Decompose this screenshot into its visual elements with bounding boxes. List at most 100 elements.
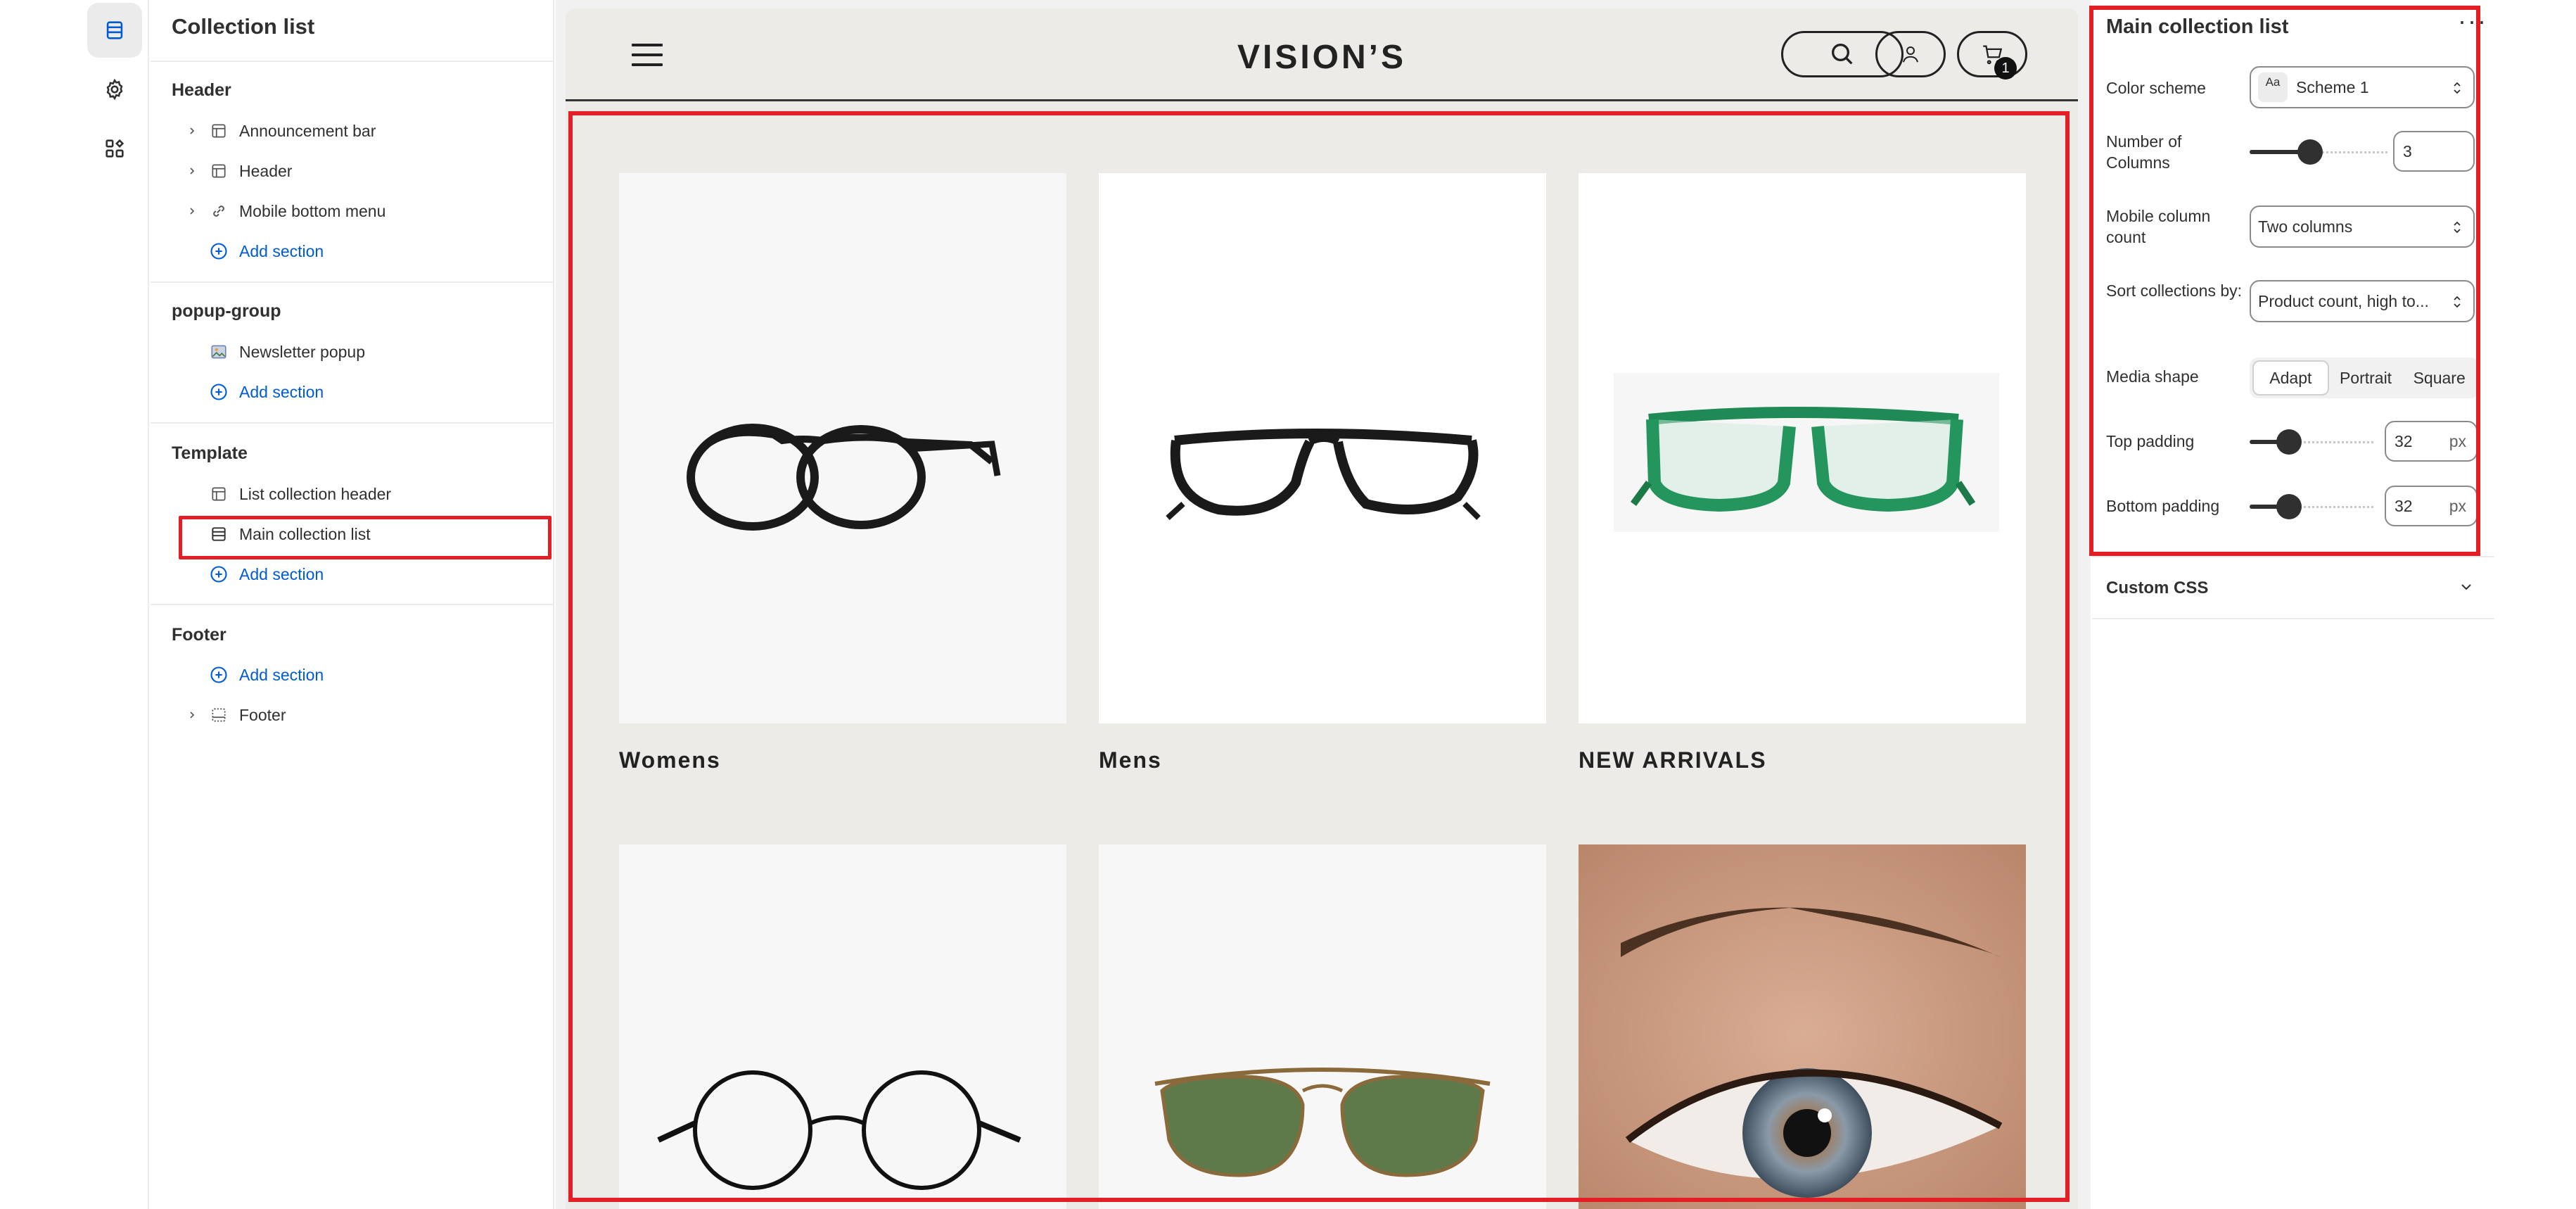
chevron-right-icon[interactable] [184, 123, 200, 139]
section-item-main-collection-list[interactable]: Main collection list [172, 516, 551, 559]
section-label: Header [239, 161, 293, 180]
apps-nav-button[interactable] [87, 121, 142, 176]
collection-card-6[interactable] [1579, 844, 2026, 1209]
user-icon [1903, 46, 1918, 63]
green-glasses-image [1614, 373, 1999, 532]
collection-card-mens[interactable] [1099, 173, 1546, 723]
sections-icon [106, 21, 123, 39]
mobile-columns-value: Two columns [2258, 217, 2353, 236]
gear-icon [106, 78, 123, 101]
section-item-list-collection-header[interactable]: List collection header [172, 477, 544, 511]
footer-layout-icon [208, 704, 229, 726]
section-item-newsletter-popup[interactable]: Newsletter popup [172, 335, 544, 369]
section-item-mobile-bottom-menu[interactable]: Mobile bottom menu [172, 194, 544, 228]
collection-card-new-arrivals[interactable] [1579, 173, 2026, 723]
section-label: Newsletter popup [239, 342, 365, 361]
section-label: List collection header [239, 484, 392, 503]
color-scheme-select[interactable]: Aa Scheme 1 [2250, 66, 2475, 108]
settings-panel: Main collection list ··· Color scheme Aa… [2092, 0, 2494, 1209]
collection-title[interactable]: Mens [1099, 747, 1162, 773]
sidebar-title: Collection list [172, 14, 315, 39]
bottom-padding-slider[interactable] [2250, 493, 2373, 521]
sections-sidebar: Collection list Header Announcement bar … [151, 0, 554, 1209]
section-item-header[interactable]: Header [172, 154, 544, 188]
section-layout-icon [208, 120, 229, 141]
select-arrows-icon [2454, 221, 2461, 234]
columns-slider[interactable] [2250, 138, 2387, 166]
custom-css-row[interactable]: Custom CSS [2092, 556, 2494, 619]
plus-circle-icon [208, 664, 229, 685]
collection-card-womens[interactable] [619, 173, 1066, 723]
settings-title: Main collection list [2106, 15, 2289, 38]
group-title-header: Header [172, 80, 231, 100]
slider-thumb[interactable] [2276, 494, 2302, 519]
bottom-padding-label: Bottom padding [2106, 497, 2220, 515]
add-section-header[interactable]: Add section [172, 234, 544, 268]
color-scheme-swatch: Aa [2258, 72, 2288, 102]
color-scheme-label: Color scheme [2106, 79, 2206, 97]
slider-thumb[interactable] [2297, 139, 2323, 165]
account-button[interactable] [1875, 31, 1946, 77]
chevron-right-icon[interactable] [184, 707, 200, 723]
collection-title[interactable]: NEW ARRIVALS [1579, 747, 1767, 773]
top-padding-input[interactable]: 32 px [2385, 421, 2478, 462]
add-section-template[interactable]: Add section [172, 557, 544, 591]
plus-circle-icon [208, 241, 229, 262]
section-item-footer[interactable]: Footer [172, 698, 544, 732]
group-title-footer: Footer [172, 625, 227, 645]
media-shape-adapt[interactable]: Adapt [2252, 360, 2329, 395]
section-label: Footer [239, 705, 286, 724]
apps-icon [106, 139, 125, 158]
add-section-label: Add section [239, 564, 324, 583]
more-options-icon[interactable]: ··· [2458, 8, 2487, 34]
search-icon [1832, 44, 1853, 65]
section-label: Mobile bottom menu [239, 201, 386, 220]
mobile-columns-select[interactable]: Two columns [2250, 205, 2475, 248]
section-label: Announcement bar [239, 121, 376, 140]
columns-input[interactable]: 3 [2393, 131, 2475, 172]
collection-card-4[interactable] [619, 844, 1066, 1209]
link-icon [208, 201, 229, 222]
media-shape-segmented: Adapt Portrait Square [2250, 357, 2479, 398]
collection-title[interactable]: Womens [619, 747, 721, 773]
top-padding-value: 32 [2395, 431, 2413, 450]
settings-nav-button[interactable] [87, 62, 142, 117]
image-icon [208, 341, 229, 362]
plus-circle-icon [208, 381, 229, 403]
icon-rail [0, 0, 149, 1209]
section-layout-icon [208, 160, 229, 182]
top-padding-label: Top padding [2106, 432, 2195, 450]
section-layout-icon [208, 483, 229, 505]
sections-nav-button[interactable] [87, 3, 142, 58]
cart-button[interactable]: 1 [1957, 31, 2027, 80]
cart-count-badge: 1 [1994, 57, 2017, 80]
plus-circle-icon [208, 564, 229, 585]
top-padding-slider[interactable] [2250, 428, 2373, 456]
add-section-popup[interactable]: Add section [172, 375, 544, 409]
storefront-preview: VISION’S 1 Womens Mens NEW ARRIVALS [566, 8, 2078, 1209]
aviator-sunglasses-image [1154, 1068, 1491, 1177]
select-arrows-icon [2454, 296, 2461, 308]
media-shape-portrait[interactable]: Portrait [2329, 360, 2403, 395]
divider [151, 422, 554, 424]
sort-select[interactable]: Product count, high to... [2250, 280, 2475, 322]
divider [151, 604, 554, 605]
chevron-right-icon[interactable] [184, 163, 200, 179]
collection-card-5[interactable] [1099, 844, 1546, 1209]
section-item-announcement-bar[interactable]: Announcement bar [172, 114, 544, 148]
sort-label: Sort collections by: [2106, 281, 2243, 300]
select-arrows-icon [2454, 82, 2461, 94]
eye-closeup-image [1579, 844, 2026, 1209]
media-shape-square[interactable]: Square [2402, 360, 2476, 395]
chevron-down-icon[interactable] [2458, 578, 2475, 595]
divider [151, 61, 554, 62]
media-shape-label: Media shape [2106, 367, 2199, 386]
round-wire-glasses-image [657, 1070, 1021, 1190]
slider-thumb[interactable] [2276, 429, 2302, 455]
add-section-footer[interactable]: Add section [172, 658, 544, 692]
divider [151, 281, 554, 283]
bottom-padding-input[interactable]: 32 px [2385, 486, 2478, 526]
list-layout-icon [208, 524, 229, 545]
bottom-padding-value: 32 [2395, 496, 2413, 515]
chevron-right-icon[interactable] [184, 203, 200, 219]
